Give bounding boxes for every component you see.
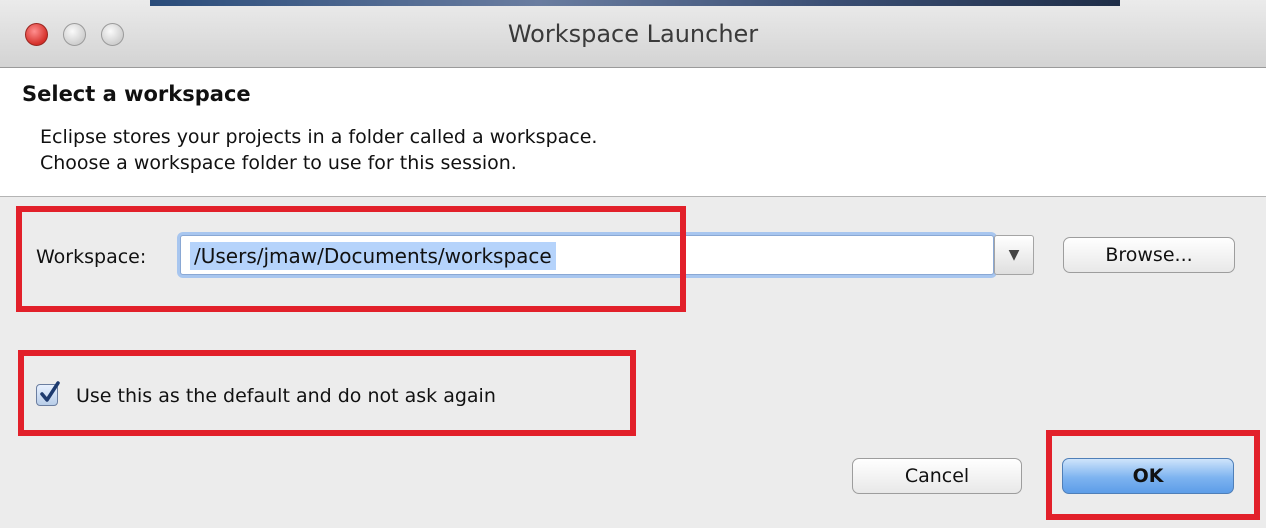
workspace-launcher-window: Workspace Launcher Select a workspace Ec… [0, 0, 1266, 528]
header-description-line-1: Eclipse stores your projects in a folder… [40, 126, 598, 148]
checkbox-highlight-box [18, 350, 636, 436]
background-strip [150, 0, 1120, 6]
workspace-history-dropdown[interactable]: ▼ [994, 235, 1034, 275]
chevron-down-icon: ▼ [1008, 247, 1020, 263]
header-description-line-2: Choose a workspace folder to use for thi… [40, 152, 517, 174]
ok-highlight-box [1046, 430, 1260, 520]
cancel-button[interactable]: Cancel [852, 458, 1022, 494]
header-title: Select a workspace [22, 82, 251, 106]
title-bar: Workspace Launcher [0, 0, 1266, 68]
window-title: Workspace Launcher [507, 20, 759, 48]
browse-button[interactable]: Browse... [1063, 237, 1235, 273]
dialog-header: Select a workspace Eclipse stores your p… [0, 68, 1266, 197]
workspace-highlight-box [16, 206, 686, 312]
